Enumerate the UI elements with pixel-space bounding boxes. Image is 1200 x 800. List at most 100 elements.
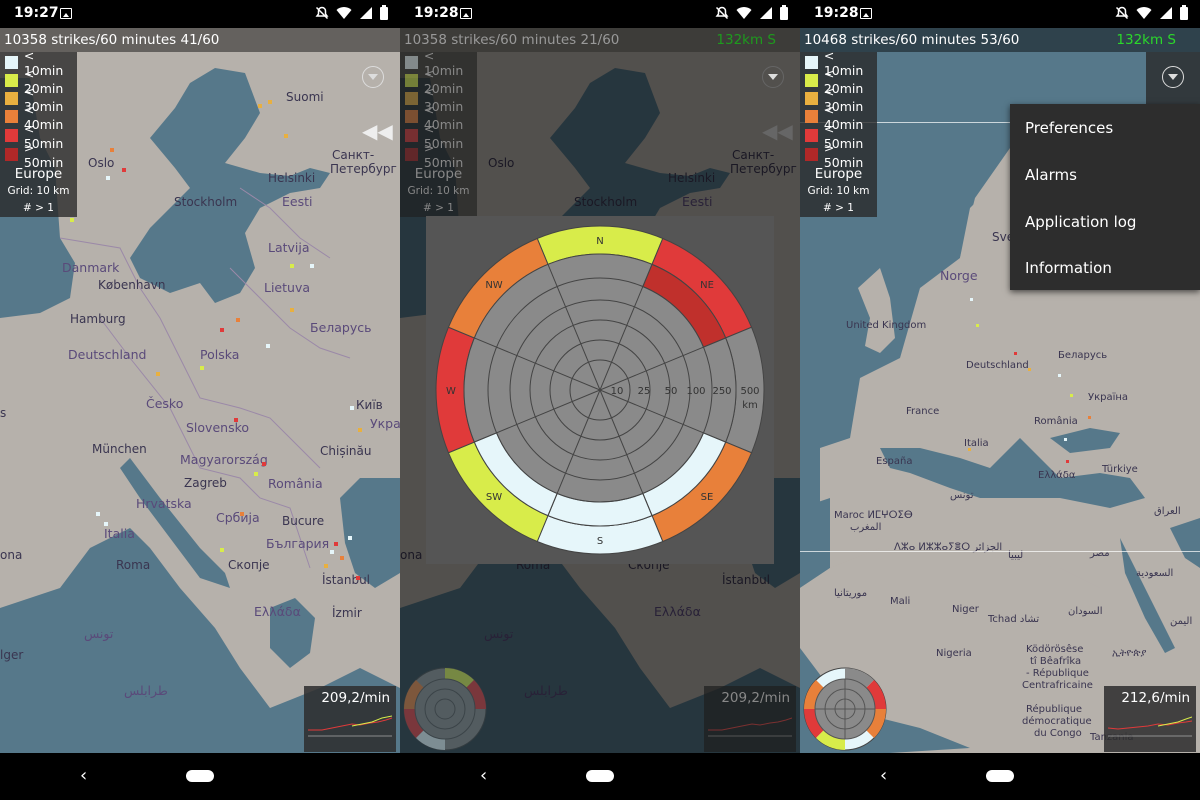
legend-region: Europe — [14, 166, 63, 182]
legend-swatch — [405, 74, 418, 87]
map-label-centrafricaine: Centrafricaine — [1022, 680, 1093, 691]
compass-dir-sw: SW — [486, 492, 502, 503]
map-label-mali: Mali — [890, 596, 911, 607]
nearest-strike-distance: 132km S — [1116, 32, 1176, 48]
legend-swatch — [5, 56, 18, 69]
map-label-ti-beafrika: tî Bêafrîka — [1030, 656, 1082, 667]
strike-rate-box: 212,6/min — [1104, 686, 1196, 752]
map-label-cesko: Česko — [146, 396, 184, 411]
rewind-icon[interactable]: ◀◀ — [762, 121, 793, 141]
wifi-icon — [336, 6, 352, 19]
map-label-deutschland: Deutschland — [966, 360, 1029, 371]
nearest-strike-distance: 132km S — [716, 32, 776, 48]
back-nav-icon[interactable]: ‹ — [880, 765, 887, 786]
map-label-sudan: السودان — [1068, 606, 1103, 617]
map-label-munchen: München — [92, 442, 147, 456]
map-label-misr: مصر — [1090, 548, 1110, 559]
strike-direction-dialog[interactable]: N NE SE S SW W NW 10 25 50 100 250 500 k… — [426, 216, 774, 564]
legend-swatch — [405, 148, 418, 161]
map-label-stpeter-1: Санкт- — [332, 148, 375, 162]
compass-dist-50: 50 — [665, 386, 678, 397]
image-notification-icon — [860, 8, 872, 19]
image-notification-icon — [60, 8, 72, 19]
map-label-kobenhavn: København — [98, 278, 166, 292]
mini-compass[interactable] — [402, 666, 488, 752]
map-label-bulgaria: България — [266, 536, 330, 551]
map-label-stockholm: Stockholm — [174, 195, 238, 209]
rate-sparkline — [708, 717, 792, 737]
map-label-saudi: السعودية — [1136, 568, 1174, 579]
menu-item-preferences[interactable]: Preferences — [1025, 119, 1113, 137]
legend-label: > 50min — [23, 139, 64, 170]
map-label-magyarorszag: Magyarország — [180, 452, 268, 467]
map-label-danmark: Danmark — [62, 260, 120, 275]
legend-swatch — [5, 74, 18, 87]
map-label-belarus: Беларусь — [310, 320, 372, 335]
map-label-chisinau: Chișinău — [320, 444, 372, 458]
map-label-istanbul: İstanbul — [322, 573, 371, 587]
strike-rate-box: 209,2/min — [304, 686, 396, 752]
map-label-rdc-2: démocratique — [1022, 716, 1092, 727]
strike-rate: 212,6/min — [1121, 690, 1190, 706]
image-notification-icon — [460, 8, 472, 19]
map-label-algiers: lger — [0, 648, 24, 662]
status-time: 19:28 — [414, 5, 459, 21]
menu-item-application-log[interactable]: Application log — [1025, 213, 1136, 231]
map-label-slovensko: Slovensko — [186, 420, 250, 435]
mini-compass[interactable] — [802, 666, 888, 752]
compass-dist-100: 100 — [686, 386, 705, 397]
legend-swatch — [805, 92, 818, 105]
dropdown-menu-button[interactable] — [762, 66, 784, 88]
legend-swatch — [5, 129, 18, 142]
rate-sparkline — [308, 715, 392, 737]
menu-item-information[interactable]: Information — [1025, 259, 1112, 277]
selection-guide-line — [800, 551, 1200, 552]
status-time: 19:27 — [14, 5, 59, 21]
silent-bell-icon — [1115, 6, 1129, 19]
legend-region: Europe — [814, 166, 863, 182]
system-icons — [715, 5, 788, 20]
legend-swatch — [405, 129, 418, 142]
menu-item-alarms[interactable]: Alarms — [1025, 166, 1077, 184]
compass-dist-25: 25 — [638, 386, 651, 397]
map-label-tunis: تونس — [84, 626, 114, 641]
map-label-nigeria: Nigeria — [936, 648, 972, 659]
legend-swatch — [805, 56, 818, 69]
map-label-eesti: Eesti — [282, 194, 313, 209]
back-nav-icon[interactable]: ‹ — [480, 765, 487, 786]
home-nav-button[interactable] — [986, 770, 1014, 782]
map-label-yemen: اليمن — [1170, 616, 1193, 627]
map-label-italia: Italia — [104, 526, 135, 541]
dropdown-menu-button[interactable] — [1162, 66, 1184, 88]
battery-icon — [1180, 5, 1188, 20]
dropdown-menu-button[interactable] — [362, 66, 384, 88]
home-nav-button[interactable] — [186, 770, 214, 782]
signal-icon — [360, 6, 372, 19]
map-label-norge: Norge — [940, 268, 978, 283]
back-nav-icon[interactable]: ‹ — [80, 765, 87, 786]
legend-row: > 50min — [5, 140, 77, 170]
strike-count-text: 10358 strikes/60 minutes 41/60 — [4, 32, 220, 48]
legend-count: # > 1 — [823, 202, 854, 214]
rewind-icon[interactable]: ◀◀ — [362, 121, 393, 141]
compass-dir-nw: NW — [485, 280, 502, 291]
home-nav-button[interactable] — [586, 770, 614, 782]
map-label-tunisia: تونس — [950, 490, 974, 501]
legend-swatch — [405, 110, 418, 123]
battery-icon — [380, 5, 388, 20]
map-label-tarabulus: طرابلس — [124, 683, 168, 698]
strike-rate-box: 209,2/min — [704, 686, 796, 752]
phone-screen-1: 19:27 Suomi Oslo Helsinki Санкт- Петербу… — [0, 0, 400, 800]
map-label-iraq: العراق — [1154, 506, 1181, 517]
status-bar: 19:28 — [400, 0, 800, 28]
map-label-oslo: Oslo — [88, 156, 115, 170]
strike-rate: 209,2/min — [721, 690, 790, 706]
legend-row: > 50min — [805, 140, 877, 170]
compass-dist-unit: km — [742, 400, 758, 411]
legend-swatch — [805, 110, 818, 123]
compass-dist-10: 10 — [611, 386, 624, 397]
legend-row: > 50min — [405, 140, 477, 170]
map-label-suomi: Suomi — [286, 90, 324, 104]
map-label-belarus: Беларусь — [1058, 350, 1108, 361]
legend-swatch — [405, 92, 418, 105]
